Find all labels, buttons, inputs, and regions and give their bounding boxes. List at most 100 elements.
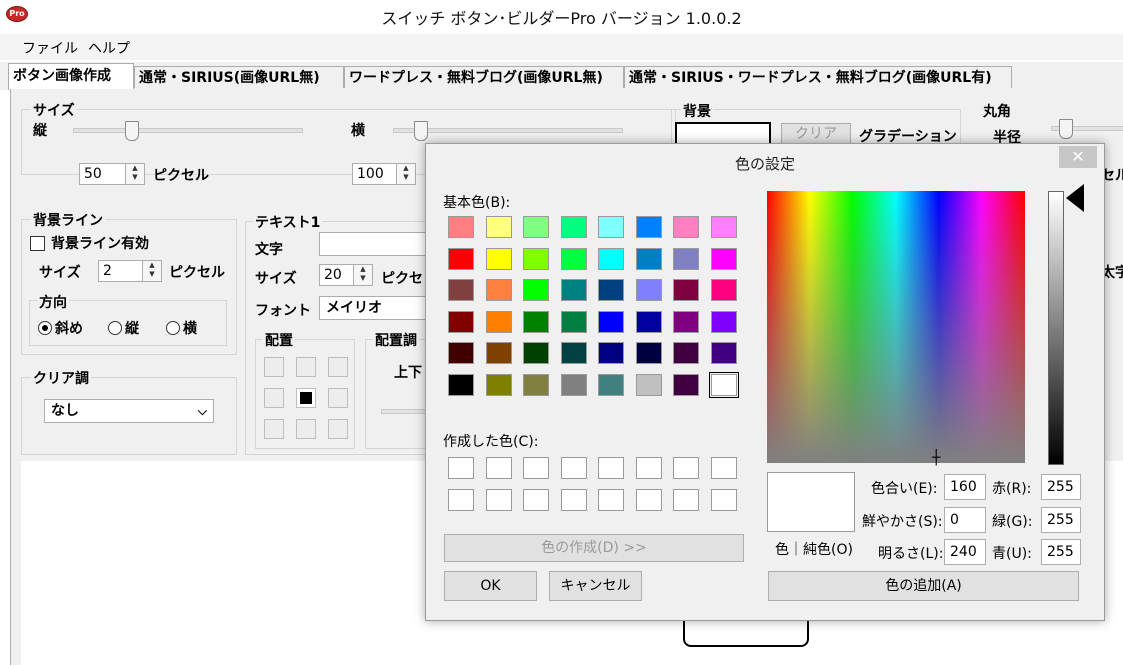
custom-color-swatch[interactable] [635,489,662,511]
tab-normal-sirius[interactable]: 通常・SIRIUS(画像URL無) [134,66,344,88]
spin-arrows-icon[interactable]: ▲ ▼ [125,164,144,184]
font-select[interactable]: メイリオ [319,296,439,320]
bg-line-size-spinner[interactable]: 2 ▲ ▼ [98,260,162,282]
menu-help[interactable]: ヘルプ [88,38,130,58]
basic-color-swatch[interactable] [635,279,662,301]
basic-color-swatch[interactable] [598,247,624,270]
basic-color-swatch[interactable] [560,373,587,396]
basic-color-swatch[interactable] [635,310,662,333]
basic-color-swatch[interactable] [710,216,737,238]
tab-with-image-url[interactable]: 通常・SIRIUS・ワードプレス・無料ブログ(画像URL有) [624,66,1012,88]
custom-color-swatch[interactable] [448,457,474,479]
custom-color-swatch[interactable] [485,457,512,479]
blue-input[interactable]: 255 [1041,539,1081,565]
layout-middle-left[interactable] [264,388,284,408]
basic-color-swatch[interactable] [710,342,737,364]
saturation-input[interactable]: 0 [944,507,986,533]
luminance-pointer-icon[interactable] [1066,184,1084,212]
luminance-bar[interactable] [1048,191,1064,465]
luminance-input[interactable]: 240 [944,539,986,565]
spin-arrows-icon[interactable]: ▲ ▼ [142,261,161,281]
basic-color-swatch[interactable] [635,216,662,238]
crosshair-icon[interactable]: ┼ [932,450,940,466]
basic-color-swatch[interactable] [710,279,737,301]
basic-color-swatch[interactable] [448,247,474,270]
basic-color-swatch[interactable] [673,342,699,364]
basic-color-swatch[interactable] [448,342,474,364]
custom-color-swatch[interactable] [560,489,587,511]
basic-color-swatch[interactable] [673,279,699,301]
basic-color-swatch[interactable] [710,247,737,270]
height-slider-track[interactable] [73,128,303,133]
basic-color-swatch[interactable] [523,279,549,301]
height-slider-thumb[interactable] [125,121,139,141]
basic-color-swatch[interactable] [673,247,699,270]
height-spinner[interactable]: 50 ▲ ▼ [79,163,145,185]
custom-color-swatch[interactable] [448,489,474,511]
basic-color-swatch[interactable] [448,310,474,333]
custom-color-swatch[interactable] [523,489,549,511]
color-spectrum[interactable] [767,191,1025,463]
basic-color-swatch[interactable] [560,342,587,364]
width-spinner[interactable]: 100 ▲ ▼ [352,163,416,185]
background-clear-button[interactable]: クリア [781,123,851,145]
radius-slider-thumb[interactable] [1059,119,1073,139]
basic-color-swatch[interactable] [448,216,474,238]
basic-color-swatch[interactable] [710,310,737,333]
basic-color-swatch[interactable] [673,216,699,238]
basic-color-swatch[interactable] [560,216,587,238]
close-icon[interactable]: ✕ [1059,146,1097,168]
direction-vertical-radio[interactable] [108,321,122,335]
basic-color-swatch[interactable] [523,373,549,396]
layout-bottom-center[interactable] [296,419,316,439]
text-size-spinner[interactable]: 20 ▲ ▼ [319,264,373,286]
define-custom-colors-button[interactable]: 色の作成(D) >> [444,534,744,562]
custom-color-swatch[interactable] [560,457,587,479]
basic-color-swatch[interactable] [485,247,512,270]
layout-top-center[interactable] [296,357,316,377]
basic-color-swatch[interactable] [485,216,512,238]
custom-color-swatch[interactable] [710,489,737,511]
custom-color-swatch[interactable] [673,457,699,479]
tab-button-image[interactable]: ボタン画像作成 [8,63,134,90]
basic-color-swatch[interactable] [598,373,624,396]
basic-color-swatch[interactable] [523,247,549,270]
basic-color-swatch[interactable] [523,342,549,364]
basic-color-swatch[interactable] [635,373,662,396]
hue-input[interactable]: 160 [944,474,986,500]
basic-color-swatch[interactable] [523,216,549,238]
basic-color-swatch[interactable] [598,310,624,333]
text-input[interactable] [319,232,439,256]
ok-button[interactable]: OK [444,571,537,601]
layout-middle-right[interactable] [328,388,348,408]
spin-arrows-icon[interactable]: ▲ ▼ [396,164,415,184]
red-input[interactable]: 255 [1041,474,1081,500]
basic-color-swatch[interactable] [523,310,549,333]
layout-center[interactable] [296,388,316,408]
basic-color-swatch[interactable] [635,247,662,270]
spin-arrows-icon[interactable]: ▲ ▼ [353,265,372,285]
basic-color-swatch[interactable] [635,342,662,364]
layout-bottom-left[interactable] [264,419,284,439]
custom-color-swatch[interactable] [598,489,624,511]
custom-color-swatch[interactable] [710,457,737,479]
basic-color-swatch[interactable] [673,373,699,396]
direction-horizontal-radio[interactable] [166,321,180,335]
menu-file[interactable]: ファイル [22,38,78,58]
basic-color-swatch[interactable] [560,279,587,301]
basic-color-swatch[interactable] [598,279,624,301]
basic-color-swatch[interactable] [485,310,512,333]
basic-color-swatch[interactable] [485,342,512,364]
basic-color-swatch[interactable] [598,216,624,238]
bg-line-checkbox[interactable] [30,236,45,251]
basic-color-swatch[interactable] [673,310,699,333]
custom-color-swatch[interactable] [673,489,699,511]
layout-bottom-right[interactable] [328,419,348,439]
basic-color-swatch[interactable] [448,279,474,301]
layout-top-left[interactable] [264,357,284,377]
clear-tone-select[interactable]: なし ⌵ [44,399,214,423]
layout-top-right[interactable] [328,357,348,377]
green-input[interactable]: 255 [1041,507,1081,533]
basic-color-swatch[interactable] [560,310,587,333]
basic-color-swatch[interactable] [560,247,587,270]
